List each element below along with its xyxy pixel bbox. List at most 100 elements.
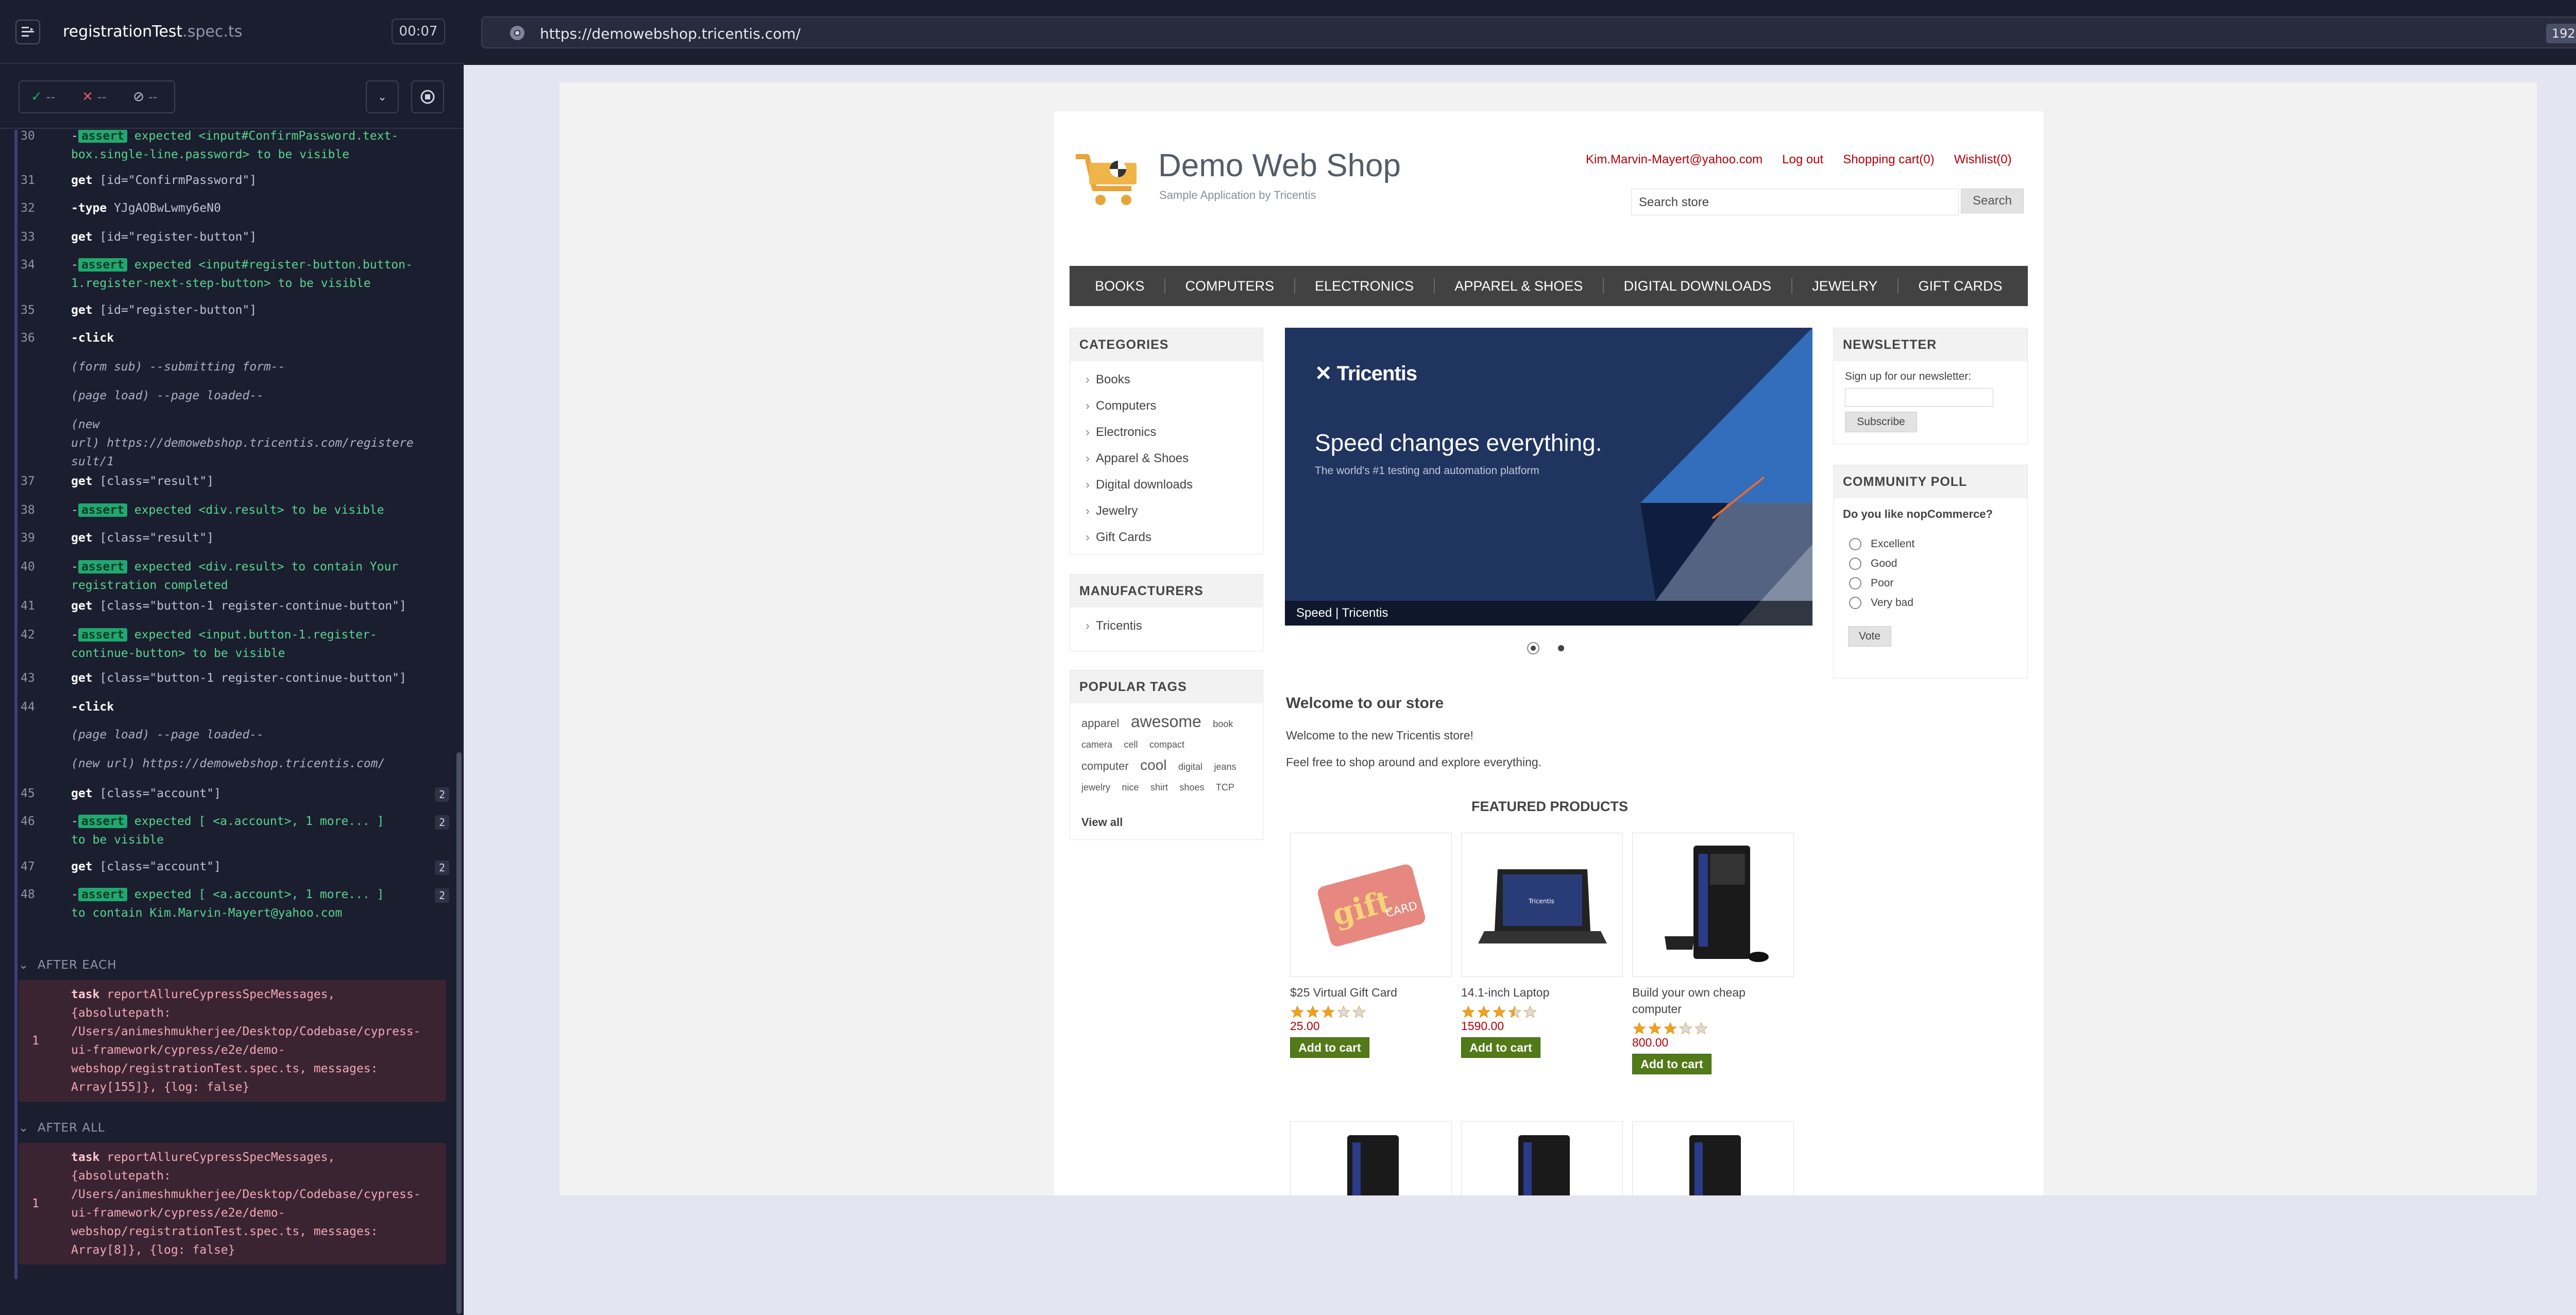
menu-item-digital-downloads[interactable]: DIGITAL DOWNLOADS [1624, 278, 1772, 294]
url-field[interactable]: https://demowebshop.tricentis.com/ 1920x… [481, 16, 2576, 48]
product-image[interactable] [1461, 1121, 1623, 1195]
product-image[interactable]: gift CARD [1290, 833, 1452, 977]
after-all-section[interactable]: ⌄ AFTER ALL [19, 1121, 446, 1135]
menu-item-jewelry[interactable]: JEWELRY [1812, 278, 1877, 294]
subscribe-button[interactable]: Subscribe [1845, 412, 1917, 432]
command-row[interactable]: (form sub) --submitting form-- [19, 358, 449, 378]
category-link-jewelry[interactable]: Jewelry [1070, 498, 1263, 524]
poll-option-poor[interactable]: Poor [1849, 574, 2027, 593]
command-row[interactable]: 44 -click [19, 698, 449, 718]
shopping-cart-logo-icon[interactable] [1074, 148, 1143, 210]
tag-link[interactable]: nice [1122, 782, 1139, 793]
command-row[interactable]: 41 get [class="button-1 register-continue… [19, 597, 449, 617]
radio-button[interactable] [1849, 558, 1861, 570]
view-all-tags-link[interactable]: View all [1081, 816, 1123, 829]
menu-item-books[interactable]: BOOKS [1095, 278, 1144, 294]
after-each-hook[interactable]: 1 task reportAllureCypressSpecMessages, {a… [19, 980, 446, 1102]
tag-link[interactable]: camera [1081, 739, 1112, 750]
command-row[interactable]: (new url) https://demowebshop.tricentis.c… [19, 415, 449, 471]
tag-link[interactable]: apparel [1081, 717, 1119, 730]
command-row[interactable]: 34 - assert expected <input#register-butto… [19, 256, 449, 293]
account-link[interactable]: Kim.Marvin-Mayert@yahoo.com [1586, 153, 1762, 167]
specs-menu-button[interactable] [15, 20, 40, 44]
newsletter-email-input[interactable] [1845, 388, 1993, 407]
home-slider[interactable]: ✕ Tricentis Speed changes everything. Th… [1285, 328, 1812, 626]
wishlist-link[interactable]: Wishlist(0) [1954, 153, 2012, 167]
category-link-books[interactable]: Books [1070, 366, 1263, 393]
command-row[interactable]: (page load) --page loaded-- [19, 386, 449, 407]
command-row[interactable]: (page load) --page loaded-- [19, 726, 449, 746]
slider-dot-2[interactable] [1555, 642, 1567, 654]
tag-link[interactable]: shirt [1150, 782, 1168, 793]
tag-link[interactable]: awesome [1131, 712, 1201, 731]
vote-button[interactable]: Vote [1848, 626, 1891, 647]
category-link-gift-cards[interactable]: Gift Cards [1070, 524, 1263, 550]
category-link-digital-downloads[interactable]: Digital downloads [1070, 471, 1263, 498]
command-row[interactable]: 43 get [class="button-1 register-continue… [19, 669, 449, 689]
command-row[interactable]: 32 -type YJgAOBwLwmy6eN0 [19, 199, 449, 220]
after-all-hook[interactable]: 1 task reportAllureCypressSpecMessages, {a… [19, 1143, 446, 1265]
add-to-cart-button[interactable]: Add to cart [1632, 1054, 1711, 1074]
command-row[interactable]: 45 get [class="account"] 2 [19, 784, 449, 805]
product-title[interactable]: Build your own cheap computer [1632, 984, 1794, 1017]
slider-dot-1[interactable] [1527, 642, 1539, 654]
command-row[interactable]: 47 get [class="account"] 2 [19, 857, 449, 878]
product-title[interactable]: $25 Virtual Gift Card [1290, 984, 1452, 1001]
radio-button[interactable] [1849, 597, 1861, 609]
log-scrollbar[interactable] [456, 752, 462, 1314]
command-row[interactable]: 33 get [id="register-button"] [19, 228, 449, 248]
command-row[interactable]: 39 get [class="result"] [19, 529, 449, 549]
tag-link[interactable]: cell [1124, 739, 1138, 750]
radio-button[interactable] [1849, 538, 1861, 550]
category-link-computers[interactable]: Computers [1070, 393, 1263, 419]
add-to-cart-button[interactable]: Add to cart [1461, 1037, 1540, 1058]
product-title[interactable]: 14.1-inch Laptop [1461, 984, 1623, 1001]
search-button[interactable]: Search [1961, 189, 2024, 213]
poll-option-very-bad[interactable]: Very bad [1849, 593, 2027, 613]
command-row[interactable]: (new url) https://demowebshop.tricentis.… [19, 754, 449, 775]
command-row[interactable]: 38 - assert expected <div.result> to be vi… [19, 501, 449, 521]
viewport-size-badge[interactable]: 1920x1080 [2546, 24, 2576, 43]
command-row[interactable]: 37 get [class="result"] [19, 472, 449, 493]
poll-option-good[interactable]: Good [1849, 554, 2027, 574]
product-image[interactable] [1290, 1121, 1452, 1195]
command-row[interactable]: 36 -click [19, 329, 449, 349]
product-image[interactable] [1632, 1121, 1794, 1195]
menu-item-electronics[interactable]: ELECTRONICS [1315, 278, 1414, 294]
radio-button[interactable] [1849, 577, 1861, 589]
tag-link[interactable]: TCP [1216, 782, 1234, 793]
tag-link[interactable]: jeans [1214, 762, 1236, 772]
add-to-cart-button[interactable]: Add to cart [1290, 1037, 1369, 1058]
tag-link[interactable]: computer [1081, 760, 1129, 772]
category-link-apparel-shoes[interactable]: Apparel & Shoes [1070, 445, 1263, 471]
tag-link[interactable]: cool [1140, 757, 1166, 773]
product-image[interactable] [1632, 833, 1794, 977]
command-row[interactable]: 46 - assert expected [ <a.account>, 1 more… [19, 812, 449, 849]
manufacturers-block: MANUFACTURERS Tricentis [1070, 574, 1263, 651]
search-input[interactable]: Search store [1631, 189, 1959, 215]
manufacturer-link-tricentis[interactable]: Tricentis [1070, 613, 1263, 639]
after-each-section[interactable]: ⌄ AFTER EACH [19, 958, 446, 972]
poll-option-excellent[interactable]: Excellent [1849, 534, 2027, 554]
command-row[interactable]: 35 get [id="register-button"] [19, 301, 449, 322]
shopping-cart-link[interactable]: Shopping cart(0) [1843, 153, 1934, 167]
logout-link[interactable]: Log out [1782, 153, 1823, 167]
shop-title[interactable]: Demo Web Shop [1158, 147, 1401, 184]
stop-button[interactable] [411, 80, 444, 113]
command-row[interactable]: 48 - assert expected [ <a.account>, 1 more… [19, 885, 449, 922]
tag-link[interactable]: book [1213, 719, 1233, 729]
command-row[interactable]: 31 get [id="ConfirmPassword"] [19, 171, 449, 192]
collapse-button[interactable]: ⌄ [366, 80, 399, 113]
menu-item-apparel-shoes[interactable]: APPAREL & SHOES [1454, 278, 1583, 294]
tag-link[interactable]: jewelry [1081, 782, 1110, 793]
category-link-electronics[interactable]: Electronics [1070, 419, 1263, 445]
product-image[interactable]: Tricentis [1461, 833, 1623, 977]
command-row[interactable]: 42 - assert expected <input.button-1.regis… [19, 626, 449, 663]
menu-item-computers[interactable]: COMPUTERS [1185, 278, 1274, 294]
tag-link[interactable]: digital [1178, 762, 1202, 772]
command-row[interactable]: 30 - assert expected <input#ConfirmPasswor… [19, 130, 449, 164]
menu-item-gift-cards[interactable]: GIFT CARDS [1919, 278, 2003, 294]
tag-link[interactable]: compact [1149, 739, 1184, 750]
tag-link[interactable]: shoes [1179, 782, 1204, 793]
command-row[interactable]: 40 - assert expected <div.result> to conta… [19, 558, 449, 595]
